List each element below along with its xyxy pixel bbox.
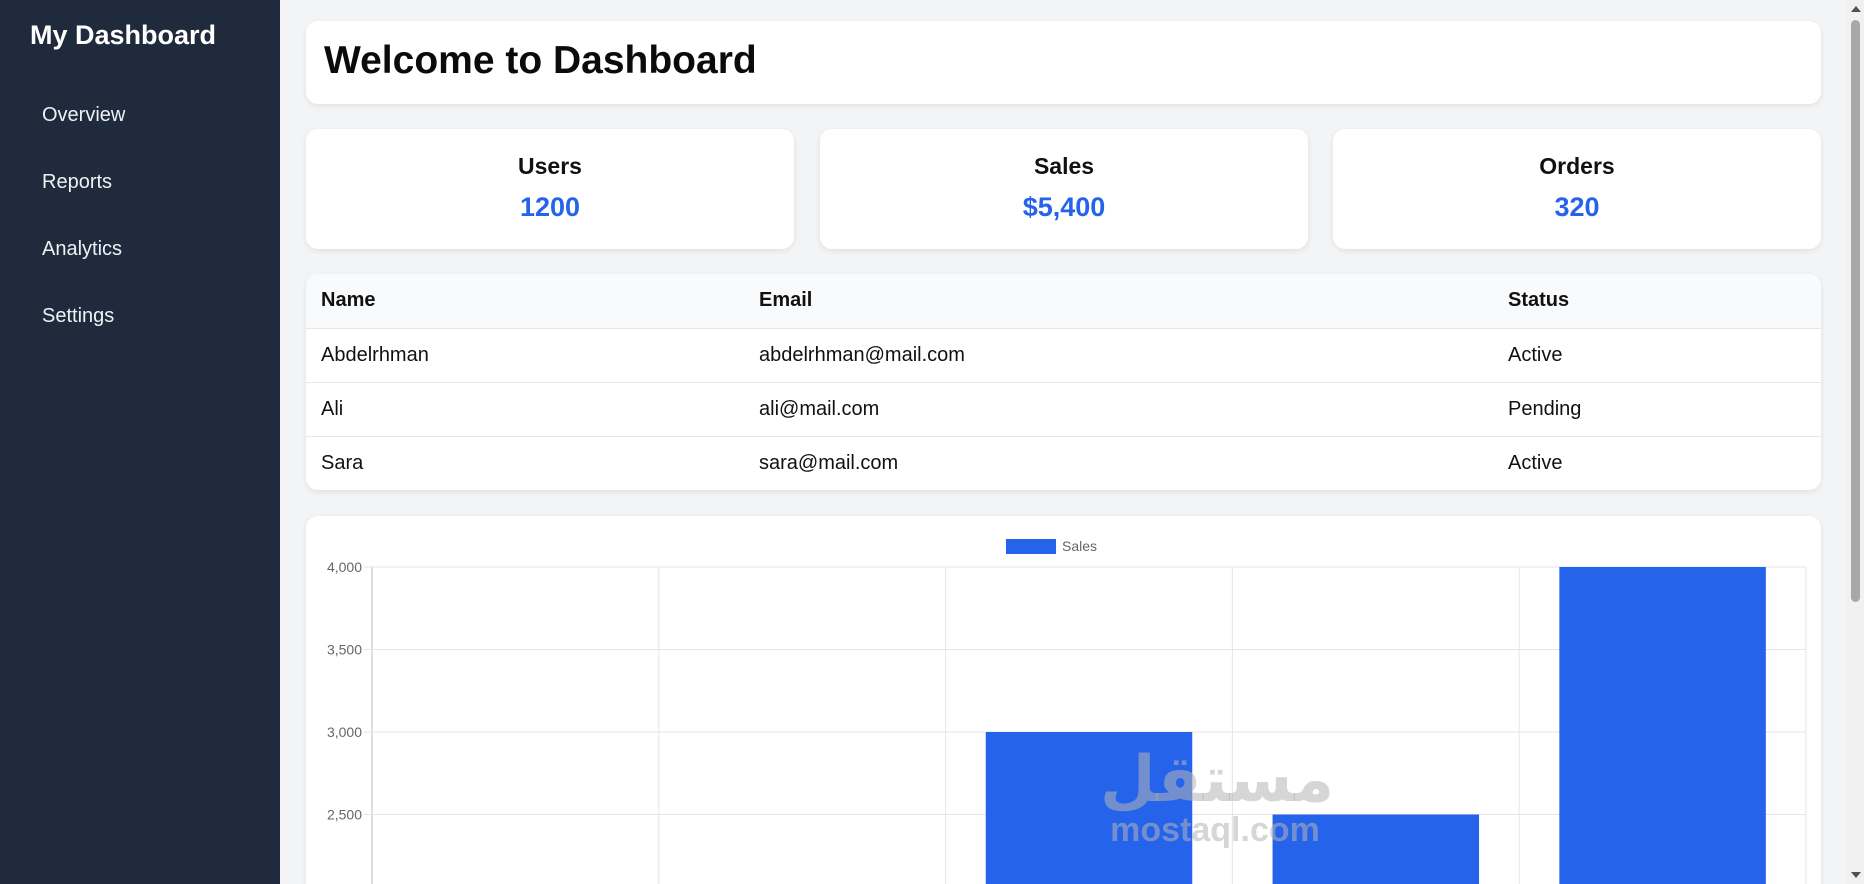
y-tick-label: 3,500: [327, 642, 362, 658]
scrollbar-thumb[interactable]: [1851, 20, 1860, 602]
column-header-email: Email: [744, 274, 1493, 329]
sidebar-item-label: Reports: [42, 171, 113, 193]
brand-title: My Dashboard: [30, 20, 217, 50]
stat-label: Users: [518, 153, 582, 179]
users-table: Name Email Status Abdelrhman abdelrhman@…: [306, 274, 1821, 490]
watermark: مستقل mostaql.com: [1100, 743, 1335, 849]
cell-email: ali@mail.com: [744, 382, 1493, 437]
table-row: Ali ali@mail.com Pending: [306, 382, 1821, 437]
column-header-name: Name: [306, 274, 744, 329]
sidebar: My Dashboard Overview Reports Analytics …: [0, 0, 280, 884]
table-header-row: Name Email Status: [306, 274, 1821, 329]
stat-label: Orders: [1539, 153, 1615, 179]
legend-swatch: [1006, 539, 1056, 554]
watermark-latin: mostaql.com: [1110, 811, 1320, 849]
cell-status: Active: [1508, 451, 1563, 474]
cell-name: Ali: [306, 382, 744, 437]
sidebar-item-label: Overview: [42, 104, 126, 126]
stat-value: 1200: [519, 192, 581, 222]
legend-label: Sales: [1062, 538, 1097, 554]
y-tick-label: 3,000: [327, 724, 362, 740]
welcome-card: Welcome to Dashboard: [306, 21, 1821, 104]
page-title: Welcome to Dashboard: [324, 39, 757, 82]
y-tick-label: 4,000: [327, 559, 362, 575]
cell-email: sara@mail.com: [759, 451, 899, 474]
stat-value: $5,400: [1022, 192, 1106, 222]
sidebar-item-label: Settings: [42, 305, 115, 327]
cell-status: Active: [1493, 328, 1821, 383]
sidebar-item-reports[interactable]: Reports: [0, 163, 280, 230]
main-content: Welcome to Dashboard Users 1200 Sales $5…: [280, 0, 1844, 884]
stat-value: 320: [1554, 192, 1600, 222]
stat-label: Sales: [1033, 153, 1095, 179]
sales-bar-chart: 4,000 3,500 3,000 2,500 Sales: [327, 538, 1807, 884]
sidebar-item-settings[interactable]: Settings: [0, 297, 280, 364]
y-tick-label: 2,500: [327, 807, 362, 823]
users-table-card: Name Email Status Abdelrhman abdelrhman@…: [306, 274, 1821, 490]
sidebar-nav: Overview Reports Analytics Settings: [0, 96, 280, 364]
table-row: Sara sara@mail.com Active: [306, 436, 1821, 490]
cell-name: Sara: [321, 451, 364, 474]
stat-card-users: Users 1200: [306, 129, 794, 249]
sidebar-item-label: Analytics: [42, 238, 123, 260]
column-header-status: Status: [1493, 274, 1821, 329]
scroll-up-icon[interactable]: [1851, 6, 1861, 12]
cell-email: abdelrhman@mail.com: [744, 328, 1493, 383]
sidebar-item-analytics[interactable]: Analytics: [0, 230, 280, 297]
cell-name: Abdelrhman: [306, 328, 744, 383]
table-row: Abdelrhman abdelrhman@mail.com Active: [306, 328, 1821, 383]
sidebar-item-overview[interactable]: Overview: [0, 96, 280, 163]
sales-chart-card: 4,000 3,500 3,000 2,500 Sales: [306, 516, 1821, 884]
scroll-down-icon[interactable]: [1851, 872, 1861, 878]
cell-status: Pending: [1493, 382, 1821, 437]
bar: [1559, 567, 1766, 884]
vertical-scrollbar[interactable]: [1847, 0, 1864, 884]
stat-card-sales: Sales $5,400: [820, 129, 1308, 249]
watermark-arabic: مستقل: [1100, 743, 1335, 817]
stat-card-orders: Orders 320: [1333, 129, 1821, 249]
